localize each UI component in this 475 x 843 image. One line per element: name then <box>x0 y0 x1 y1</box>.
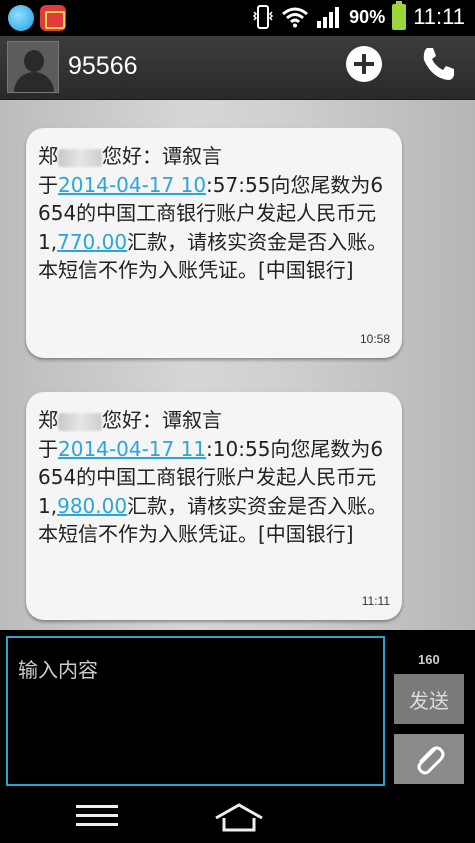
gift-icon <box>40 5 66 31</box>
date-link[interactable]: 2014-04-17 11 <box>58 437 206 461</box>
wifi-icon <box>282 7 309 28</box>
send-button[interactable]: 发送 <box>394 674 464 724</box>
compose-area: 输入内容 160 发送 <box>0 630 475 790</box>
date-link[interactable]: 2014-04-17 10 <box>58 173 206 197</box>
message-text: 郑您好：谭叙言 于2014-04-17 11:10:55向您尾数为6654的中国… <box>38 408 388 546</box>
message-text: 郑您好：谭叙言 于2014-04-17 10:57:55向您尾数为6654的中国… <box>38 144 388 282</box>
paperclip-icon <box>417 746 445 775</box>
message-list[interactable]: 郑您好：谭叙言 于2014-04-17 10:57:55向您尾数为6654的中国… <box>0 100 475 630</box>
message-bubble[interactable]: 郑您好：谭叙言 于2014-04-17 10:57:55向您尾数为6654的中国… <box>26 128 402 358</box>
redacted-name <box>58 148 102 167</box>
home-icon[interactable] <box>212 802 266 834</box>
phone-icon[interactable] <box>418 44 458 84</box>
qq-icon <box>8 5 34 31</box>
battery-icon <box>392 1 407 30</box>
redacted-name <box>58 412 102 431</box>
previous-message-fragment <box>220 100 250 104</box>
battery-percent: 90% <box>349 6 386 27</box>
message-time: 10:58 <box>359 332 390 346</box>
avatar[interactable] <box>7 41 59 93</box>
vibrate-icon <box>253 5 274 29</box>
message-time: 11:11 <box>361 594 390 608</box>
menu-icon[interactable] <box>76 805 118 829</box>
nav-bar <box>0 790 475 843</box>
message-input[interactable]: 输入内容 <box>6 636 385 786</box>
add-contact-button[interactable] <box>346 46 382 82</box>
char-count: 160 <box>418 652 440 667</box>
contact-name: 95566 <box>68 52 138 80</box>
attach-button[interactable] <box>394 734 464 784</box>
amount-link[interactable]: 770.00 <box>57 230 127 254</box>
status-bar: 90% 11:11 <box>0 0 475 36</box>
message-bubble[interactable]: 郑您好：谭叙言 于2014-04-17 11:10:55向您尾数为6654的中国… <box>26 392 402 620</box>
status-clock: 11:11 <box>413 4 465 29</box>
conversation-header: 95566 <box>0 36 475 100</box>
amount-link[interactable]: 980.00 <box>57 494 127 518</box>
signal-icon <box>317 7 340 28</box>
